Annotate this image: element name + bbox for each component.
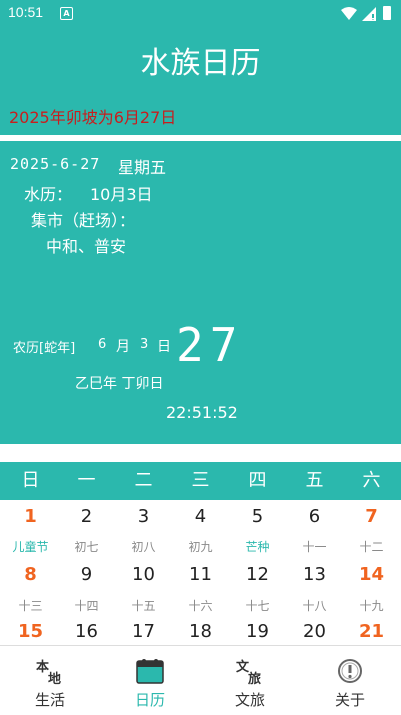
calendar-day[interactable]: 3 bbox=[115, 506, 172, 527]
calendar-note: 初八 bbox=[131, 540, 156, 554]
weekday: 星期五 bbox=[118, 158, 167, 177]
local-life-icon: 本 地 bbox=[36, 659, 61, 685]
nav-item-about[interactable]: 关于 bbox=[300, 645, 400, 714]
gregorian-date: 2025-6-27 bbox=[10, 155, 101, 173]
nav-label: 生活 bbox=[34, 691, 65, 709]
notification-badge-icon: A bbox=[60, 7, 73, 20]
about-info-icon bbox=[338, 659, 362, 683]
lunar-month: 6 bbox=[98, 337, 107, 352]
app-title: 水族日历 bbox=[140, 46, 261, 81]
calendar-day[interactable]: 5 bbox=[229, 506, 286, 527]
calendar-note: 十五 bbox=[131, 599, 156, 613]
battery-icon bbox=[383, 6, 391, 20]
weekday-header: 六 bbox=[362, 470, 381, 491]
svg-text:旅: 旅 bbox=[248, 671, 261, 685]
calendar-day[interactable]: 13 bbox=[286, 564, 343, 585]
calendar-note: 十六 bbox=[188, 599, 213, 613]
wifi-icon bbox=[341, 7, 357, 20]
calendar-note: 十七 bbox=[245, 599, 270, 613]
weekday-header: 一 bbox=[77, 470, 96, 491]
calendar-day[interactable]: 7 bbox=[343, 506, 400, 527]
lunar-day-unit: 日 bbox=[157, 339, 171, 355]
weekday-header: 五 bbox=[305, 470, 324, 491]
signal-icon bbox=[362, 7, 376, 21]
status-bar: 10:51 A bbox=[0, 0, 401, 28]
big-day-number: 27 bbox=[176, 318, 244, 372]
calendar-day[interactable]: 20 bbox=[286, 621, 343, 642]
calendar-day[interactable]: 10 bbox=[115, 564, 172, 585]
lunar-label: 农历[蛇年] bbox=[13, 341, 76, 356]
calendar-day[interactable]: 9 bbox=[58, 564, 115, 585]
culture-travel-icon: 文 旅 bbox=[236, 659, 261, 685]
nav-item-calendar[interactable]: 日历 bbox=[100, 645, 200, 714]
weekday-header: 三 bbox=[191, 470, 210, 491]
nav-item-life[interactable]: 本 地 生活 bbox=[0, 645, 100, 714]
lunar-month-unit: 月 bbox=[116, 339, 130, 355]
weekday-header: 二 bbox=[134, 470, 153, 491]
svg-text:地: 地 bbox=[48, 671, 61, 685]
calendar-day[interactable]: 12 bbox=[229, 564, 286, 585]
calendar-day[interactable]: 8 bbox=[2, 564, 59, 585]
calendar-icon bbox=[136, 659, 164, 684]
market-label: 集市（赶场）： bbox=[31, 211, 136, 230]
nav-item-culture-travel[interactable]: 文 旅 文旅 bbox=[200, 645, 300, 714]
shuili-value: 10月3日 bbox=[90, 185, 153, 204]
ganzhi-text: 乙巳年 丁卯日 bbox=[75, 376, 164, 392]
weekday-header: 日 bbox=[21, 470, 40, 491]
calendar-day[interactable]: 16 bbox=[58, 621, 115, 642]
calendar-note: 十一 bbox=[302, 540, 327, 554]
calendar-day[interactable]: 2 bbox=[58, 506, 115, 527]
calendar-day[interactable]: 21 bbox=[343, 621, 400, 642]
calendar-note: 十八 bbox=[302, 599, 327, 613]
weekday-header: 四 bbox=[248, 470, 267, 491]
status-time: 10:51 bbox=[8, 4, 44, 20]
calendar-note: 初九 bbox=[188, 540, 213, 554]
calendar-day[interactable]: 18 bbox=[172, 621, 229, 642]
calendar-note: 十三 bbox=[18, 599, 43, 613]
calendar-note: 十二 bbox=[359, 540, 384, 554]
calendar-note: 儿童节 bbox=[12, 540, 49, 554]
calendar-day[interactable]: 4 bbox=[172, 506, 229, 527]
calendar-note: 十九 bbox=[359, 599, 384, 613]
market-value: 中和、普安 bbox=[46, 237, 127, 256]
calendar-day[interactable]: 6 bbox=[286, 506, 343, 527]
calendar-day[interactable]: 11 bbox=[172, 564, 229, 585]
nav-label: 文旅 bbox=[234, 691, 265, 709]
shuili-label: 水历： bbox=[24, 185, 73, 204]
hs-date-line: 2025年卯坡为6月27日 bbox=[9, 108, 177, 127]
calendar-note: 初七 bbox=[74, 540, 99, 554]
lunar-day: 3 bbox=[140, 337, 149, 352]
calendar-day[interactable]: 17 bbox=[115, 621, 172, 642]
nav-label: 日历 bbox=[134, 691, 165, 709]
calendar-day[interactable]: 14 bbox=[343, 564, 400, 585]
calendar-day[interactable]: 15 bbox=[2, 621, 59, 642]
clock: 22:51:52 bbox=[166, 403, 238, 422]
calendar-note: 芒种 bbox=[245, 540, 270, 554]
calendar-day[interactable]: 1 bbox=[2, 506, 59, 527]
calendar-note: 十四 bbox=[74, 599, 99, 613]
nav-label: 关于 bbox=[334, 691, 365, 709]
calendar-day[interactable]: 19 bbox=[229, 621, 286, 642]
